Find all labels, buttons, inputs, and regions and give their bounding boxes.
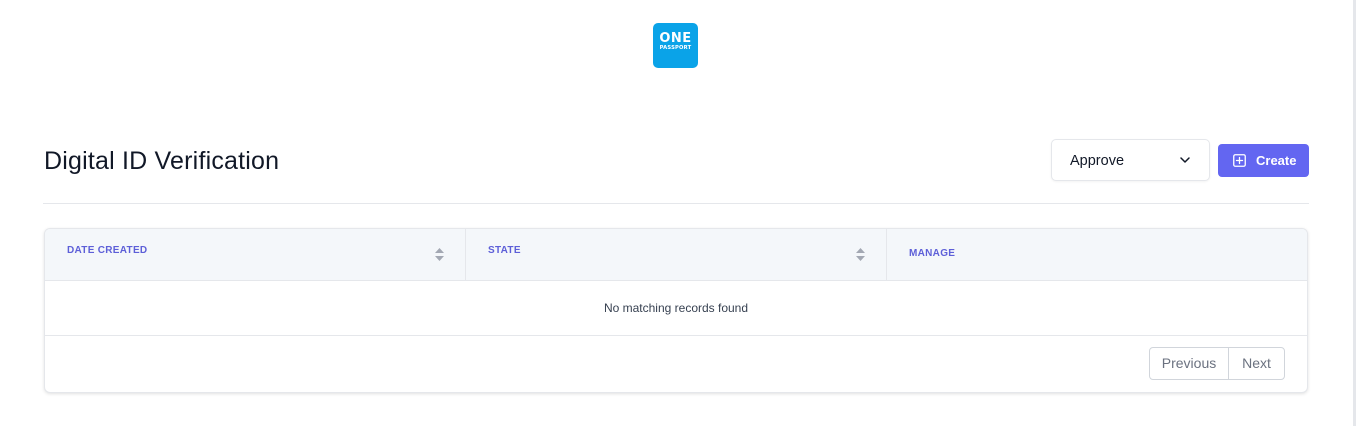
column-label-state: STATE <box>488 245 521 256</box>
create-button-label: Create <box>1256 153 1297 168</box>
page: ONE PASSPORT Digital ID Verification App… <box>0 0 1356 426</box>
column-header-state[interactable]: STATE <box>466 229 887 280</box>
next-page-button[interactable]: Next <box>1229 348 1284 379</box>
one-passport-logo: ONE PASSPORT <box>653 23 698 68</box>
state-filter-value: Approve <box>1070 153 1125 169</box>
sort-icon <box>856 248 865 261</box>
plus-square-icon <box>1233 154 1246 167</box>
previous-page-button[interactable]: Previous <box>1150 348 1229 379</box>
empty-table-row: No matching records found <box>45 281 1307 336</box>
chevron-down-icon <box>1180 157 1190 163</box>
page-title: Digital ID Verification <box>44 147 280 175</box>
state-filter-select[interactable]: Approve <box>1051 139 1210 181</box>
column-header-date-created[interactable]: DATE CREATED <box>45 229 466 280</box>
sort-icon <box>435 248 444 261</box>
column-label-manage: MANAGE <box>909 248 956 259</box>
logo-text-top: ONE <box>659 31 692 46</box>
column-label-date-created: DATE CREATED <box>67 245 148 256</box>
logo-text-bottom: PASSPORT <box>659 45 692 51</box>
create-button[interactable]: Create <box>1218 144 1309 177</box>
records-table: DATE CREATED STATE MANAGE No matching re… <box>44 228 1308 393</box>
header-divider <box>43 203 1309 204</box>
column-header-manage: MANAGE <box>887 229 1307 280</box>
table-header: DATE CREATED STATE MANAGE <box>45 229 1307 281</box>
empty-table-message: No matching records found <box>603 301 749 315</box>
pagination: Previous Next <box>1149 347 1285 380</box>
